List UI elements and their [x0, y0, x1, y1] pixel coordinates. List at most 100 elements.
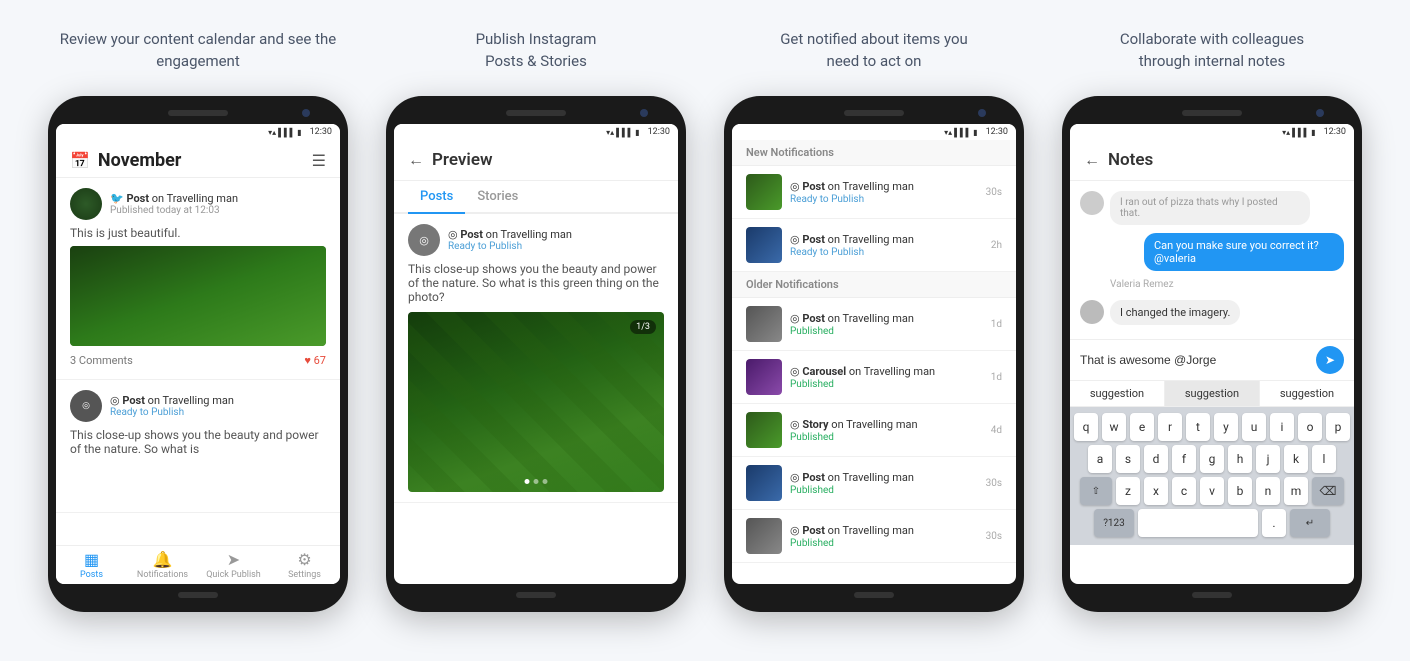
key-w[interactable]: w	[1102, 413, 1126, 441]
key-i[interactable]: i	[1270, 413, 1294, 441]
notif-time-6: 30s	[986, 478, 1002, 489]
chat-input[interactable]	[1080, 353, 1310, 367]
key-enter[interactable]: ↵	[1290, 509, 1330, 537]
notif-item-7[interactable]: ◎ Post on Travelling man Published 30s	[732, 510, 1016, 563]
new-notif-header: New Notifications	[732, 140, 1016, 166]
signal-icon-3: ▌▌▌	[954, 128, 971, 137]
filter-icon[interactable]: ☰	[312, 151, 326, 170]
key-z[interactable]: z	[1116, 477, 1140, 505]
nav-settings[interactable]: ⚙ Settings	[269, 546, 340, 584]
chat-bubble-blue-1: Can you make sure you correct it? @valer…	[1144, 233, 1344, 271]
notif-item-3[interactable]: ◎ Post on Travelling man Published 1d	[732, 298, 1016, 351]
camera-1	[302, 109, 310, 117]
home-button-1[interactable]	[178, 592, 218, 598]
back-button-4[interactable]: ←	[1084, 150, 1100, 170]
suggestions-row: suggestion suggestion suggestion	[1070, 380, 1354, 407]
post-stats-1: 3 Comments ♥ 67	[70, 352, 326, 369]
key-backspace[interactable]: ⌫	[1312, 477, 1344, 505]
key-a[interactable]: a	[1088, 445, 1112, 473]
month-title: November	[98, 150, 181, 171]
notif-item-2[interactable]: ◎ Post on Travelling man Ready to Publis…	[732, 219, 1016, 272]
key-num[interactable]: ?123	[1094, 509, 1134, 537]
key-j[interactable]: j	[1256, 445, 1280, 473]
phone-bottom-3	[732, 592, 1016, 598]
preview-post-desc: This close-up shows you the beauty and p…	[408, 262, 664, 304]
wifi-icon-2: ▾▴	[606, 128, 614, 137]
chat-msg-me-1: Can you make sure you correct it? @valer…	[1080, 233, 1344, 271]
notes-title: Notes	[1108, 150, 1153, 170]
notif-item-5[interactable]: ◎ Story on Travelling man Published 4d	[732, 404, 1016, 457]
notif-content-2: ◎ Post on Travelling man Ready to Publis…	[790, 232, 983, 258]
post-meta-2: ◎ Post on Travelling man Ready to Publis…	[110, 394, 234, 418]
caption-2: Publish InstagramPosts & Stories	[476, 20, 597, 80]
key-d[interactable]: d	[1144, 445, 1168, 473]
wifi-icon: ▾▴	[268, 128, 276, 137]
key-h[interactable]: h	[1228, 445, 1252, 473]
key-u[interactable]: u	[1242, 413, 1266, 441]
time-display-1: 12:30	[310, 127, 332, 137]
bottom-nav: ▦ Posts 🔔 Notifications ➤ Quick Publish …	[56, 545, 340, 584]
key-p[interactable]: p	[1326, 413, 1350, 441]
signal-icon: ▌▌▌	[278, 128, 295, 137]
key-n[interactable]: n	[1256, 477, 1280, 505]
key-period[interactable]: .	[1262, 509, 1286, 537]
key-q[interactable]: q	[1074, 413, 1098, 441]
chat-avatar-2	[1080, 300, 1104, 324]
nav-notif-label: Notifications	[137, 570, 188, 580]
notif-item-6[interactable]: ◎ Post on Travelling man Published 30s	[732, 457, 1016, 510]
key-k[interactable]: k	[1284, 445, 1308, 473]
nav-quick-publish[interactable]: ➤ Quick Publish	[198, 546, 269, 584]
suggestion-1[interactable]: suggestion	[1070, 381, 1165, 406]
post-card-1[interactable]: 🐦 Post on Travelling man Published today…	[56, 178, 340, 380]
home-button-3[interactable]	[854, 592, 894, 598]
suggestion-3[interactable]: suggestion	[1260, 381, 1354, 406]
caption-4: Collaborate with colleaguesthrough inter…	[1120, 20, 1304, 80]
key-t[interactable]: t	[1186, 413, 1210, 441]
suggestion-2[interactable]: suggestion	[1165, 381, 1260, 406]
home-button-2[interactable]	[516, 592, 556, 598]
notif-status-7: Published	[790, 538, 978, 549]
screen-content-3: ▾▴ ▌▌▌ ▮ 12:30 New Notifications ◎ Post …	[732, 124, 1016, 584]
likes-count: ♥ 67	[304, 354, 326, 367]
notif-time-7: 30s	[986, 531, 1002, 542]
key-r[interactable]: r	[1158, 413, 1182, 441]
preview-title: Preview	[432, 150, 493, 170]
screen-content-4: ▾▴ ▌▌▌ ▮ 12:30 ← Notes I ran out of pizz…	[1070, 124, 1354, 584]
key-e[interactable]: e	[1130, 413, 1154, 441]
key-shift[interactable]: ⇧	[1080, 477, 1112, 505]
key-o[interactable]: o	[1298, 413, 1322, 441]
speaker-1	[168, 110, 228, 116]
tab-posts[interactable]: Posts	[408, 181, 465, 214]
key-b[interactable]: b	[1228, 477, 1252, 505]
post-card-2[interactable]: ◎ ◎ Post on Travelling man Ready to Publ…	[56, 380, 340, 513]
key-v[interactable]: v	[1200, 477, 1224, 505]
phone-bottom-2	[394, 592, 678, 598]
key-x[interactable]: x	[1144, 477, 1168, 505]
status-icons-1: ▾▴ ▌▌▌ ▮	[268, 128, 301, 137]
home-button-4[interactable]	[1192, 592, 1232, 598]
speaker-2	[506, 110, 566, 116]
key-g[interactable]: g	[1200, 445, 1224, 473]
notif-item-1[interactable]: ◎ Post on Travelling man Ready to Publis…	[732, 166, 1016, 219]
send-button[interactable]: ➤	[1316, 346, 1344, 374]
notif-content-3: ◎ Post on Travelling man Published	[790, 311, 983, 337]
notif-time-2: 2h	[991, 240, 1002, 251]
preview-post-status: Ready to Publish	[448, 241, 572, 252]
chat-input-area[interactable]: ➤	[1070, 339, 1354, 380]
dot-1	[525, 479, 530, 484]
key-s[interactable]: s	[1116, 445, 1140, 473]
key-y[interactable]: y	[1214, 413, 1238, 441]
key-f[interactable]: f	[1172, 445, 1196, 473]
nav-notifications[interactable]: 🔔 Notifications	[127, 546, 198, 584]
key-l[interactable]: l	[1312, 445, 1336, 473]
notif-item-4[interactable]: ◎ Carousel on Travelling man Published 1…	[732, 351, 1016, 404]
tab-stories[interactable]: Stories	[465, 181, 530, 214]
back-button-2[interactable]: ←	[408, 150, 424, 170]
preview-post-card[interactable]: ◎ ◎ Post on Travelling man Ready to Publ…	[394, 214, 678, 503]
speaker-4	[1182, 110, 1242, 116]
key-m[interactable]: m	[1284, 477, 1308, 505]
nav-qp-label: Quick Publish	[206, 570, 261, 580]
nav-posts[interactable]: ▦ Posts	[56, 546, 127, 584]
key-space[interactable]	[1138, 509, 1258, 537]
key-c[interactable]: c	[1172, 477, 1196, 505]
